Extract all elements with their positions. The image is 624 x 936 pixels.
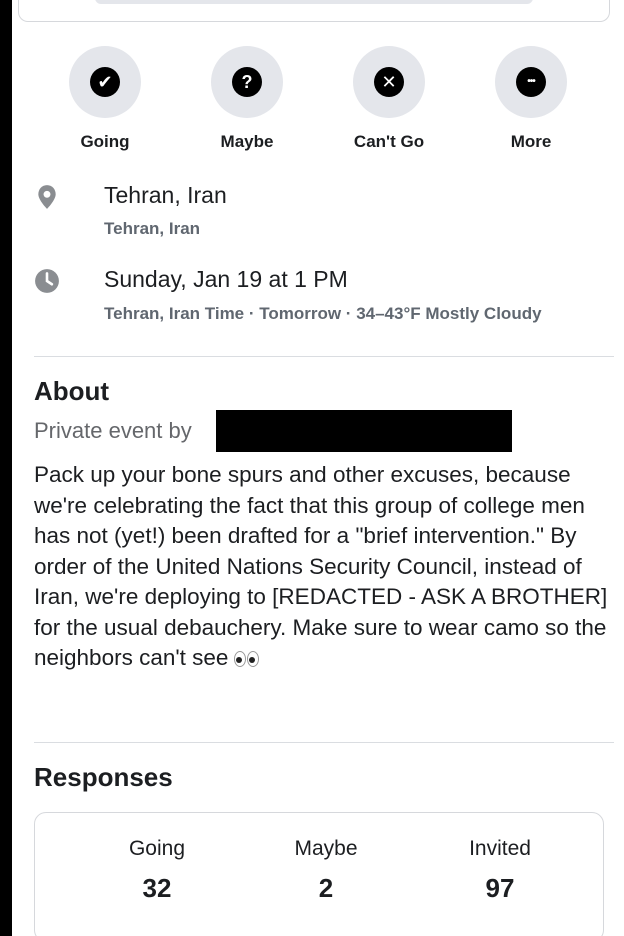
stat-label: Invited xyxy=(469,837,531,860)
event-datetime-detail: Tehran, Iran Time · Tomorrow · 34–43°F M… xyxy=(104,304,542,323)
location-row[interactable]: Tehran, Iran Tehran, Iran xyxy=(34,182,614,242)
about-description-text: Pack up your bone spurs and other excuse… xyxy=(34,462,608,670)
stat-maybe[interactable]: Maybe 2 xyxy=(256,837,396,904)
event-page: ✔ Going ? Maybe ✕ Can't Go ••• More Tehr… xyxy=(12,0,624,936)
location-detail: Tehran, Iran xyxy=(104,219,201,238)
maybe-button[interactable]: ? Maybe xyxy=(197,46,297,152)
stat-value: 32 xyxy=(142,873,172,903)
about-title: About xyxy=(34,376,110,406)
stat-invited[interactable]: Invited 97 xyxy=(430,837,570,904)
stat-value: 2 xyxy=(318,873,334,903)
more-icon: ••• xyxy=(516,67,546,97)
top-card-inner xyxy=(95,0,533,4)
rsvp-actions: ✔ Going ? Maybe ✕ Can't Go ••• More xyxy=(12,46,624,156)
check-icon: ✔ xyxy=(90,67,120,97)
event-datetime: Sunday, Jan 19 at 1 PM xyxy=(104,266,348,292)
cant-go-label: Can't Go xyxy=(353,132,425,151)
more-label: More xyxy=(510,132,552,151)
privacy-text: Private event by xyxy=(34,418,192,443)
stat-label: Maybe xyxy=(294,837,358,860)
top-card-edge xyxy=(18,0,610,22)
eyes-emoji-icon xyxy=(234,645,260,676)
stat-label: Going xyxy=(128,837,186,860)
going-circle[interactable]: ✔ xyxy=(69,46,141,118)
location-pin-icon xyxy=(38,185,56,209)
close-icon: ✕ xyxy=(374,67,404,97)
redacted-host xyxy=(216,410,512,452)
divider xyxy=(34,742,614,743)
divider xyxy=(34,356,614,357)
question-icon: ? xyxy=(232,67,262,97)
going-label: Going xyxy=(80,132,130,151)
stat-going[interactable]: Going 32 xyxy=(87,837,227,904)
location-name: Tehran, Iran xyxy=(104,182,227,208)
clock-icon xyxy=(35,269,59,293)
responses-card[interactable]: Going 32 Maybe 2 Invited 97 xyxy=(34,812,604,936)
cant-go-button[interactable]: ✕ Can't Go xyxy=(339,46,439,152)
about-description: Pack up your bone spurs and other excuse… xyxy=(34,460,612,676)
going-button[interactable]: ✔ Going xyxy=(55,46,155,152)
responses-title: Responses xyxy=(34,762,173,792)
datetime-row: Sunday, Jan 19 at 1 PM Tehran, Iran Time… xyxy=(34,266,614,330)
more-button[interactable]: ••• More xyxy=(481,46,581,152)
maybe-circle[interactable]: ? xyxy=(211,46,283,118)
cant-go-circle[interactable]: ✕ xyxy=(353,46,425,118)
more-circle[interactable]: ••• xyxy=(495,46,567,118)
stat-value: 97 xyxy=(485,873,515,903)
maybe-label: Maybe xyxy=(220,132,274,151)
